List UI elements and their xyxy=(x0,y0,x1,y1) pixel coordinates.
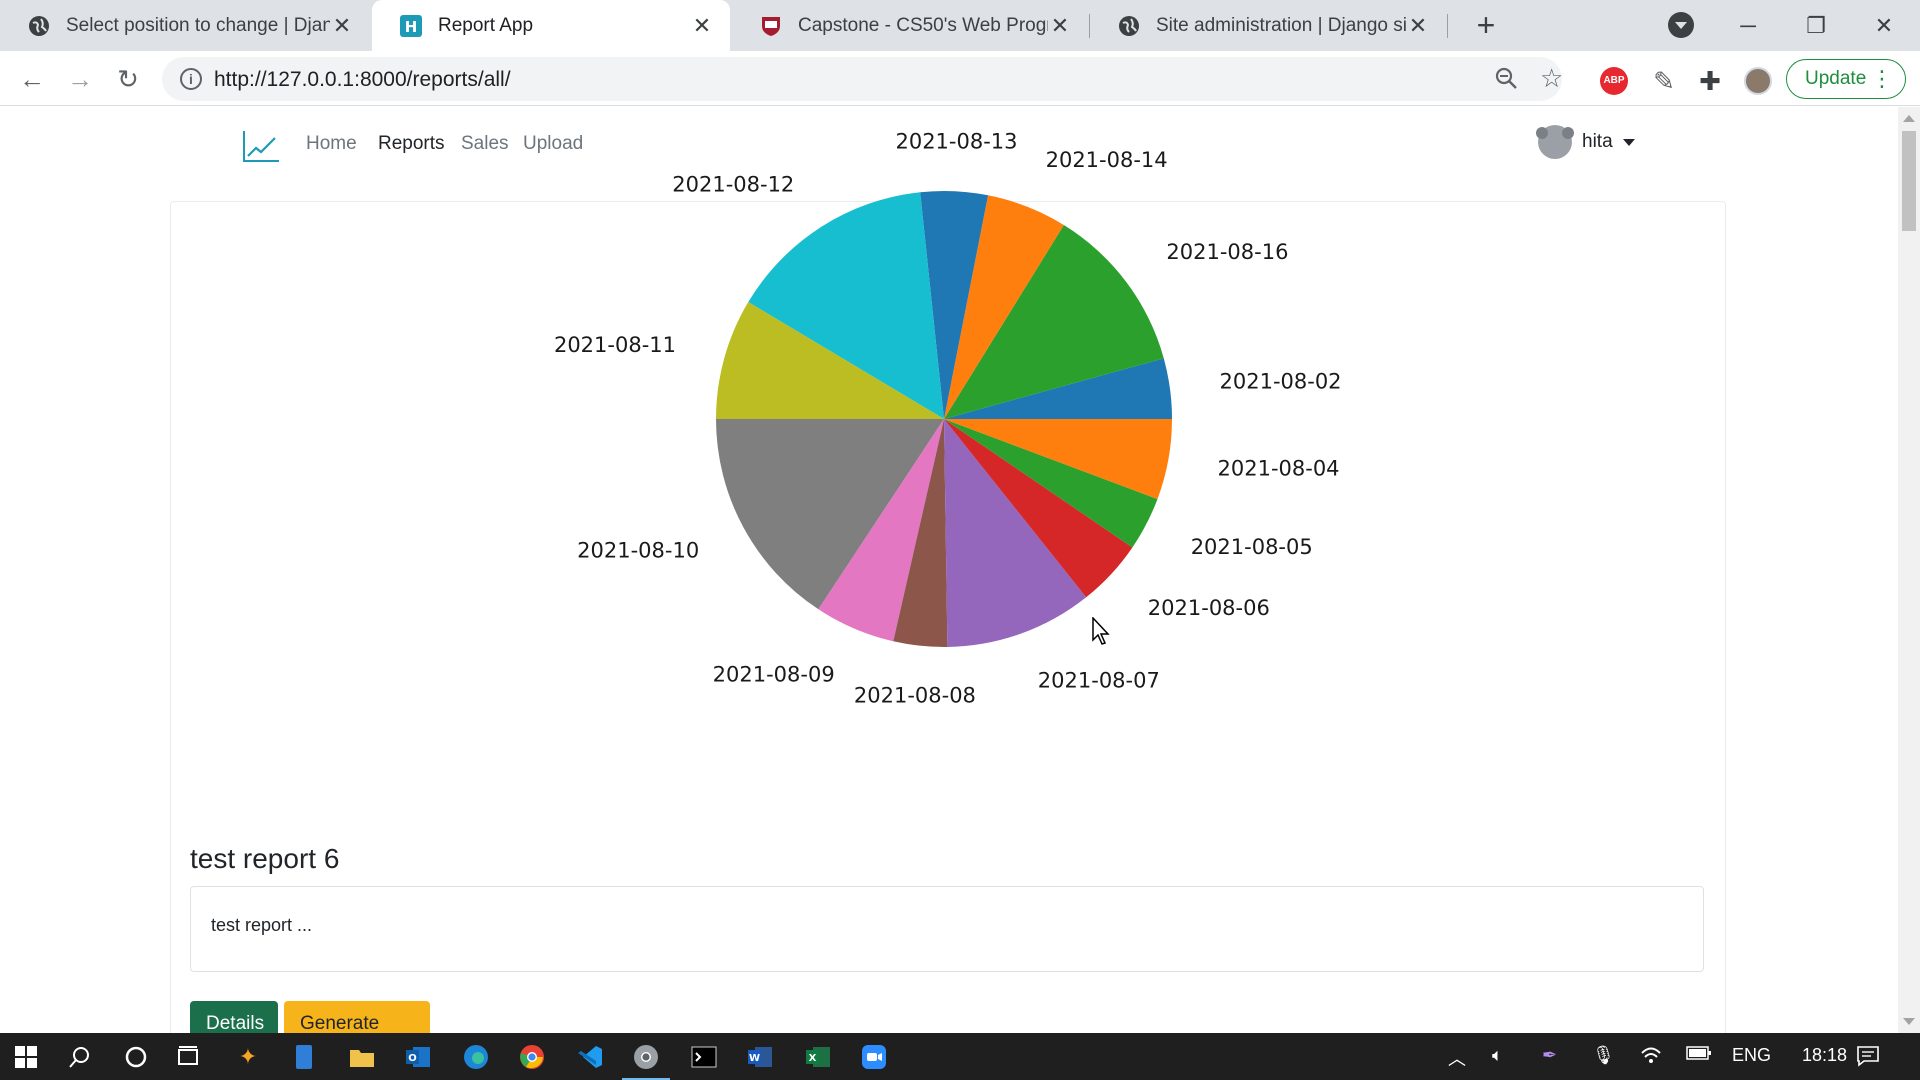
svg-text:X: X xyxy=(809,1053,817,1064)
close-window-icon[interactable]: ✕ xyxy=(1864,6,1904,46)
pie-slice-label: 2021-08-09 xyxy=(713,663,835,687)
app-icon-tools[interactable]: ✦ xyxy=(232,1041,264,1073)
report-description: test report ... xyxy=(211,915,313,935)
browser-toolbar: ← → ↻ i http://127.0.0.1:8000/reports/al… xyxy=(0,51,1920,106)
pie-slice-label: 2021-08-08 xyxy=(854,684,976,708)
tab-report-app[interactable]: H Report App ✕ xyxy=(372,0,730,51)
microphone-icon[interactable]: 🎙︎ xyxy=(1592,1045,1615,1066)
svg-text:W: W xyxy=(749,1053,760,1064)
extensions-puzzle-icon[interactable]: ✚ xyxy=(1696,67,1724,95)
adblock-plus-icon[interactable]: ABP xyxy=(1600,67,1628,95)
details-button[interactable]: Details xyxy=(190,1001,278,1033)
tab-separator xyxy=(1447,14,1448,38)
chrome-icon[interactable] xyxy=(516,1041,548,1073)
harvard-shield-icon xyxy=(760,15,782,37)
language-indicator[interactable]: ENG xyxy=(1732,1045,1771,1066)
tab-strip: Select position to change | Django ✕ H R… xyxy=(0,0,1920,51)
word-icon[interactable]: W xyxy=(744,1041,776,1073)
vscode-icon[interactable] xyxy=(574,1041,606,1073)
page-scrollbar[interactable] xyxy=(1898,107,1920,1033)
pie-slice-label: 2021-08-05 xyxy=(1191,535,1313,559)
globe-icon xyxy=(1118,15,1140,37)
excel-icon[interactable]: X xyxy=(802,1041,834,1073)
search-icon[interactable] xyxy=(64,1041,96,1073)
volume-icon[interactable]: 🔈︎ xyxy=(1492,1045,1503,1066)
clock[interactable]: 18:18 xyxy=(1802,1045,1847,1066)
close-tab-icon[interactable]: ✕ xyxy=(690,13,714,39)
pen-icon[interactable]: ✒ xyxy=(1542,1045,1557,1066)
pie-slice-label: 2021-08-06 xyxy=(1148,596,1270,620)
windows-taskbar: ✦ O W X ︿ 🔈︎ ✒ 🎙︎ ENG 18:18 xyxy=(0,1033,1920,1080)
pie-slice-label: 2021-08-10 xyxy=(577,539,699,563)
pie-slice-label: 2021-08-02 xyxy=(1220,370,1342,394)
tab-search-icon[interactable] xyxy=(1668,12,1694,38)
close-tab-icon[interactable]: ✕ xyxy=(1048,13,1072,39)
outlook-icon[interactable]: O xyxy=(402,1041,434,1073)
tab-site-admin[interactable]: Site administration | Django site ✕ xyxy=(1090,0,1446,51)
new-tab-icon[interactable]: + xyxy=(1466,6,1506,46)
minimize-icon[interactable]: ─ xyxy=(1728,6,1768,46)
forward-icon[interactable]: → xyxy=(62,61,98,97)
notification-center-icon[interactable] xyxy=(1856,1045,1880,1072)
tab-title: Select position to change | Django xyxy=(66,14,330,36)
close-tab-icon[interactable]: ✕ xyxy=(1406,13,1430,39)
edge-icon[interactable] xyxy=(460,1041,492,1073)
tab-title: Report App xyxy=(438,14,534,36)
page-viewport: Home Reports Sales Upload hita 2021-08-0… xyxy=(0,107,1898,1033)
app-icon-notes[interactable] xyxy=(288,1041,320,1073)
svg-text:H: H xyxy=(405,18,418,36)
address-bar[interactable]: i http://127.0.0.1:8000/reports/all/ ☆ xyxy=(162,57,1563,101)
wifi-icon[interactable] xyxy=(1640,1045,1662,1070)
eyedropper-extension-icon[interactable]: ✎ xyxy=(1650,67,1678,95)
tab-capstone[interactable]: Capstone - CS50's Web Programm ✕ xyxy=(732,0,1088,51)
profile-avatar[interactable] xyxy=(1744,67,1772,95)
terminal-icon[interactable] xyxy=(688,1041,720,1073)
pie-chart: 2021-08-02 2021-08-16 2021-08-14 2021-08-13… xyxy=(554,129,1342,708)
pie-slice-label: 2021-08-13 xyxy=(895,129,1017,153)
url-text[interactable]: http://127.0.0.1:8000/reports/all/ xyxy=(214,68,511,92)
svg-text:O: O xyxy=(408,1053,417,1064)
zoom-icon[interactable] xyxy=(1494,66,1518,96)
file-explorer-icon[interactable] xyxy=(346,1041,378,1073)
cortana-icon[interactable] xyxy=(120,1041,152,1073)
chrome-active-icon[interactable] xyxy=(622,1041,670,1080)
bookmark-star-icon[interactable]: ☆ xyxy=(1540,63,1563,94)
close-tab-icon[interactable]: ✕ xyxy=(330,13,354,39)
h-favicon-icon: H xyxy=(400,14,422,37)
tab-django-position[interactable]: Select position to change | Django ✕ xyxy=(0,0,370,51)
report-title: test report 6 xyxy=(190,843,340,874)
report-description-box: test report ... xyxy=(190,886,1704,972)
update-label: Update xyxy=(1805,68,1867,89)
site-info-icon[interactable]: i xyxy=(180,68,202,90)
scroll-thumb[interactable] xyxy=(1902,131,1916,231)
pie-slice-label: 2021-08-12 xyxy=(672,173,794,197)
pie-slice-label: 2021-08-11 xyxy=(554,333,676,357)
scroll-up-icon[interactable] xyxy=(1903,115,1915,122)
menu-dots-icon[interactable]: ⋮ xyxy=(1871,60,1893,98)
pie-slice-label: 2021-08-04 xyxy=(1218,457,1340,481)
task-view-icon[interactable] xyxy=(172,1041,204,1073)
scroll-down-icon[interactable] xyxy=(1903,1018,1915,1025)
battery-icon[interactable] xyxy=(1686,1045,1712,1066)
pie-slice-label: 2021-08-07 xyxy=(1038,669,1160,693)
back-icon[interactable]: ← xyxy=(14,61,50,97)
pie-slice-label: 2021-08-14 xyxy=(1046,148,1168,172)
tab-title: Site administration | Django site xyxy=(1156,14,1406,36)
mouse-cursor-icon xyxy=(1092,617,1110,645)
generate-pdf-button[interactable]: Generate PDF xyxy=(284,1001,430,1033)
restore-icon[interactable]: ❐ xyxy=(1796,6,1836,46)
pie-slice-label: 2021-08-16 xyxy=(1166,240,1288,264)
windows-start-icon[interactable] xyxy=(10,1041,42,1073)
reload-icon[interactable]: ↻ xyxy=(110,61,146,97)
zoom-app-icon[interactable] xyxy=(858,1041,890,1073)
globe-icon xyxy=(28,15,50,37)
tray-chevron-up-icon[interactable]: ︿ xyxy=(1448,1045,1466,1071)
update-button[interactable]: Update ⋮ xyxy=(1786,59,1906,99)
tab-title: Capstone - CS50's Web Programm xyxy=(798,14,1048,36)
